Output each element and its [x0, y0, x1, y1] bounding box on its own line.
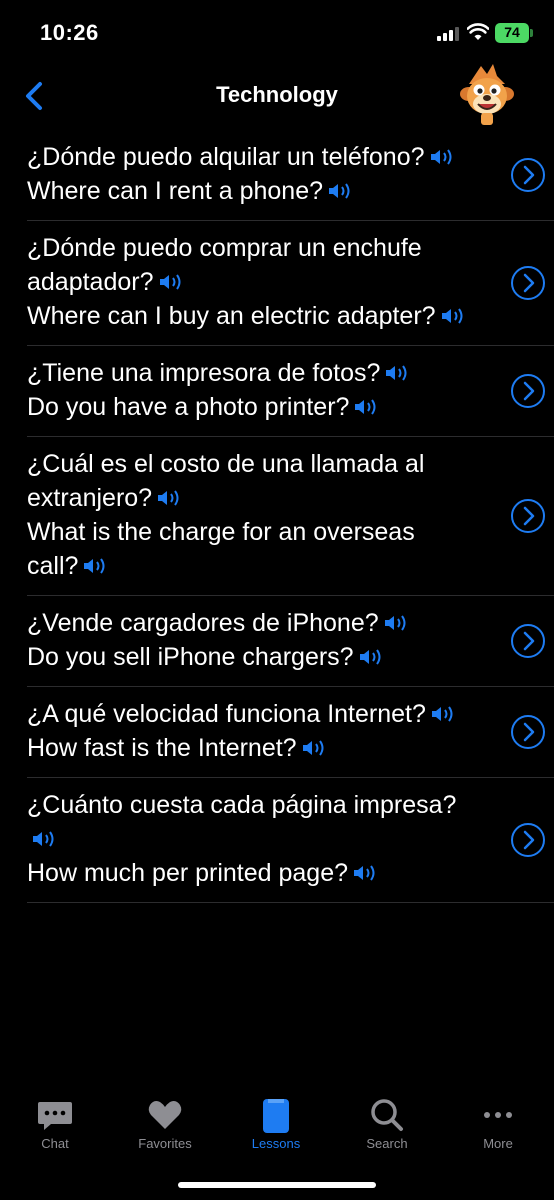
tab-favorites[interactable]: Favorites — [110, 1096, 220, 1160]
phrase-english-text: Do you sell iPhone chargers? — [27, 643, 354, 671]
phrase-spanish: ¿Cuánto cuesta cada página impresa? — [27, 788, 467, 856]
phrase-spanish: ¿Dónde puedo alquilar un teléfono? — [27, 140, 467, 174]
speaker-icon[interactable] — [352, 863, 378, 883]
ellipsis-icon — [484, 1112, 512, 1118]
chevron-right-circle-icon[interactable] — [510, 265, 546, 301]
speaker-icon[interactable] — [158, 272, 184, 292]
battery-icon: 74 — [495, 23, 533, 43]
tab-search[interactable]: Search — [332, 1096, 442, 1160]
chevron-right-circle-icon[interactable] — [510, 623, 546, 659]
phrase-spanish-text: ¿Dónde puedo alquilar un teléfono? — [27, 143, 425, 171]
phrase-spanish-text: ¿Cuál es el costo de una llamada al extr… — [27, 450, 425, 512]
phrase-spanish: ¿Vende cargadores de iPhone? — [27, 606, 467, 640]
list-item[interactable]: ¿Cuál es el costo de una llamada al extr… — [27, 437, 554, 596]
tab-lessons-label: Lessons — [251, 1136, 301, 1151]
chevron-right-circle-icon[interactable] — [510, 373, 546, 409]
phrase-english: What is the charge for an overseas call? — [27, 515, 467, 583]
phrase-spanish-text: ¿Vende cargadores de iPhone? — [27, 609, 379, 637]
phrase-spanish-text: ¿Dónde puedo comprar un enchufe adaptado… — [27, 234, 422, 296]
phrase-spanish: ¿Dónde puedo comprar un enchufe adaptado… — [27, 231, 467, 299]
phrase-english: Where can I buy an electric adapter? — [27, 299, 467, 333]
speaker-icon[interactable] — [384, 363, 410, 383]
list-item[interactable]: ¿Dónde puedo alquilar un teléfono? Where… — [27, 130, 554, 221]
phrase-spanish: ¿Tiene una impresora de fotos? — [27, 356, 467, 390]
home-indicator[interactable] — [178, 1182, 376, 1188]
screen: 10:26 74 Technology ¿Dónde puedo alquila… — [0, 0, 554, 1200]
tab-more[interactable]: More — [443, 1096, 553, 1160]
phrase-english-text: Where can I rent a phone? — [27, 177, 324, 205]
wifi-icon — [467, 23, 489, 40]
phrase-english: Do you sell iPhone chargers? — [27, 640, 467, 674]
speaker-icon[interactable] — [301, 738, 327, 758]
phrase-text: ¿Cuánto cuesta cada página impresa? How … — [27, 788, 467, 890]
phrase-english-text: Do you have a photo printer? — [27, 393, 350, 421]
phrase-text: ¿Cuál es el costo de una llamada al extr… — [27, 447, 467, 583]
phrase-english: How fast is the Internet? — [27, 731, 467, 765]
phrase-spanish-text: ¿Cuánto cuesta cada página impresa? — [27, 791, 457, 819]
phrase-text: ¿A qué velocidad funciona Internet? How … — [27, 697, 467, 765]
phrase-english: Where can I rent a phone? — [27, 174, 467, 208]
speaker-icon[interactable] — [383, 613, 409, 633]
tab-search-label: Search — [366, 1136, 408, 1151]
phrase-english-text: How fast is the Internet? — [27, 734, 297, 762]
list-item[interactable]: ¿Vende cargadores de iPhone? Do you sell… — [27, 596, 554, 687]
phrase-text: ¿Tiene una impresora de fotos? Do you ha… — [27, 356, 467, 424]
cellular-signal-icon — [437, 27, 459, 41]
status-time: 10:26 — [40, 20, 99, 45]
list-item[interactable]: ¿Cuánto cuesta cada página impresa? How … — [27, 778, 554, 903]
navigation-bar: Technology — [0, 64, 554, 125]
battery-level: 74 — [504, 24, 520, 40]
phrase-text: ¿Dónde puedo alquilar un teléfono? Where… — [27, 140, 467, 208]
chevron-right-circle-icon[interactable] — [510, 714, 546, 750]
phrase-text: ¿Vende cargadores de iPhone? Do you sell… — [27, 606, 467, 674]
speaker-icon[interactable] — [82, 556, 108, 576]
list-item[interactable]: ¿Dónde puedo comprar un enchufe adaptado… — [27, 221, 554, 346]
phrase-spanish-text: ¿Tiene una impresora de fotos? — [27, 359, 381, 387]
phrase-english-text: Where can I buy an electric adapter? — [27, 302, 436, 330]
list-item[interactable]: ¿A qué velocidad funciona Internet? How … — [27, 687, 554, 778]
phrase-spanish-text: ¿A qué velocidad funciona Internet? — [27, 700, 426, 728]
chevron-right-circle-icon[interactable] — [510, 157, 546, 193]
search-icon — [371, 1099, 403, 1131]
phrase-list: ¿Dónde puedo alquilar un teléfono? Where… — [0, 130, 554, 1090]
chat-bubble-icon — [38, 1102, 72, 1130]
chevron-right-circle-icon[interactable] — [510, 498, 546, 534]
speaker-icon[interactable] — [156, 488, 182, 508]
list-item[interactable]: ¿Tiene una impresora de fotos? Do you ha… — [27, 346, 554, 437]
meerkat-mascot-icon[interactable] — [455, 60, 519, 126]
tab-lessons[interactable]: Lessons — [221, 1096, 331, 1160]
speaker-icon[interactable] — [358, 647, 384, 667]
speaker-icon[interactable] — [353, 397, 379, 417]
speaker-icon[interactable] — [440, 306, 466, 326]
tab-more-label: More — [483, 1136, 513, 1151]
speaker-icon[interactable] — [327, 181, 353, 201]
phrase-spanish: ¿Cuál es el costo de una llamada al extr… — [27, 447, 467, 515]
tab-favorites-label: Favorites — [138, 1136, 192, 1151]
speaker-icon[interactable] — [430, 704, 456, 724]
status-bar: 10:26 74 — [0, 0, 554, 68]
tab-chat-label: Chat — [41, 1136, 69, 1151]
heart-icon — [148, 1101, 182, 1129]
chevron-right-circle-icon[interactable] — [510, 822, 546, 858]
speaker-icon[interactable] — [429, 147, 455, 167]
phrase-spanish: ¿A qué velocidad funciona Internet? — [27, 697, 467, 731]
phrase-english: Do you have a photo printer? — [27, 390, 467, 424]
tab-chat[interactable]: Chat — [0, 1096, 110, 1160]
phrase-english: How much per printed page? — [27, 856, 467, 890]
phrase-english-text: How much per printed page? — [27, 859, 349, 887]
speaker-icon[interactable] — [31, 829, 57, 849]
book-icon — [263, 1099, 289, 1133]
phrase-text: ¿Dónde puedo comprar un enchufe adaptado… — [27, 231, 467, 333]
